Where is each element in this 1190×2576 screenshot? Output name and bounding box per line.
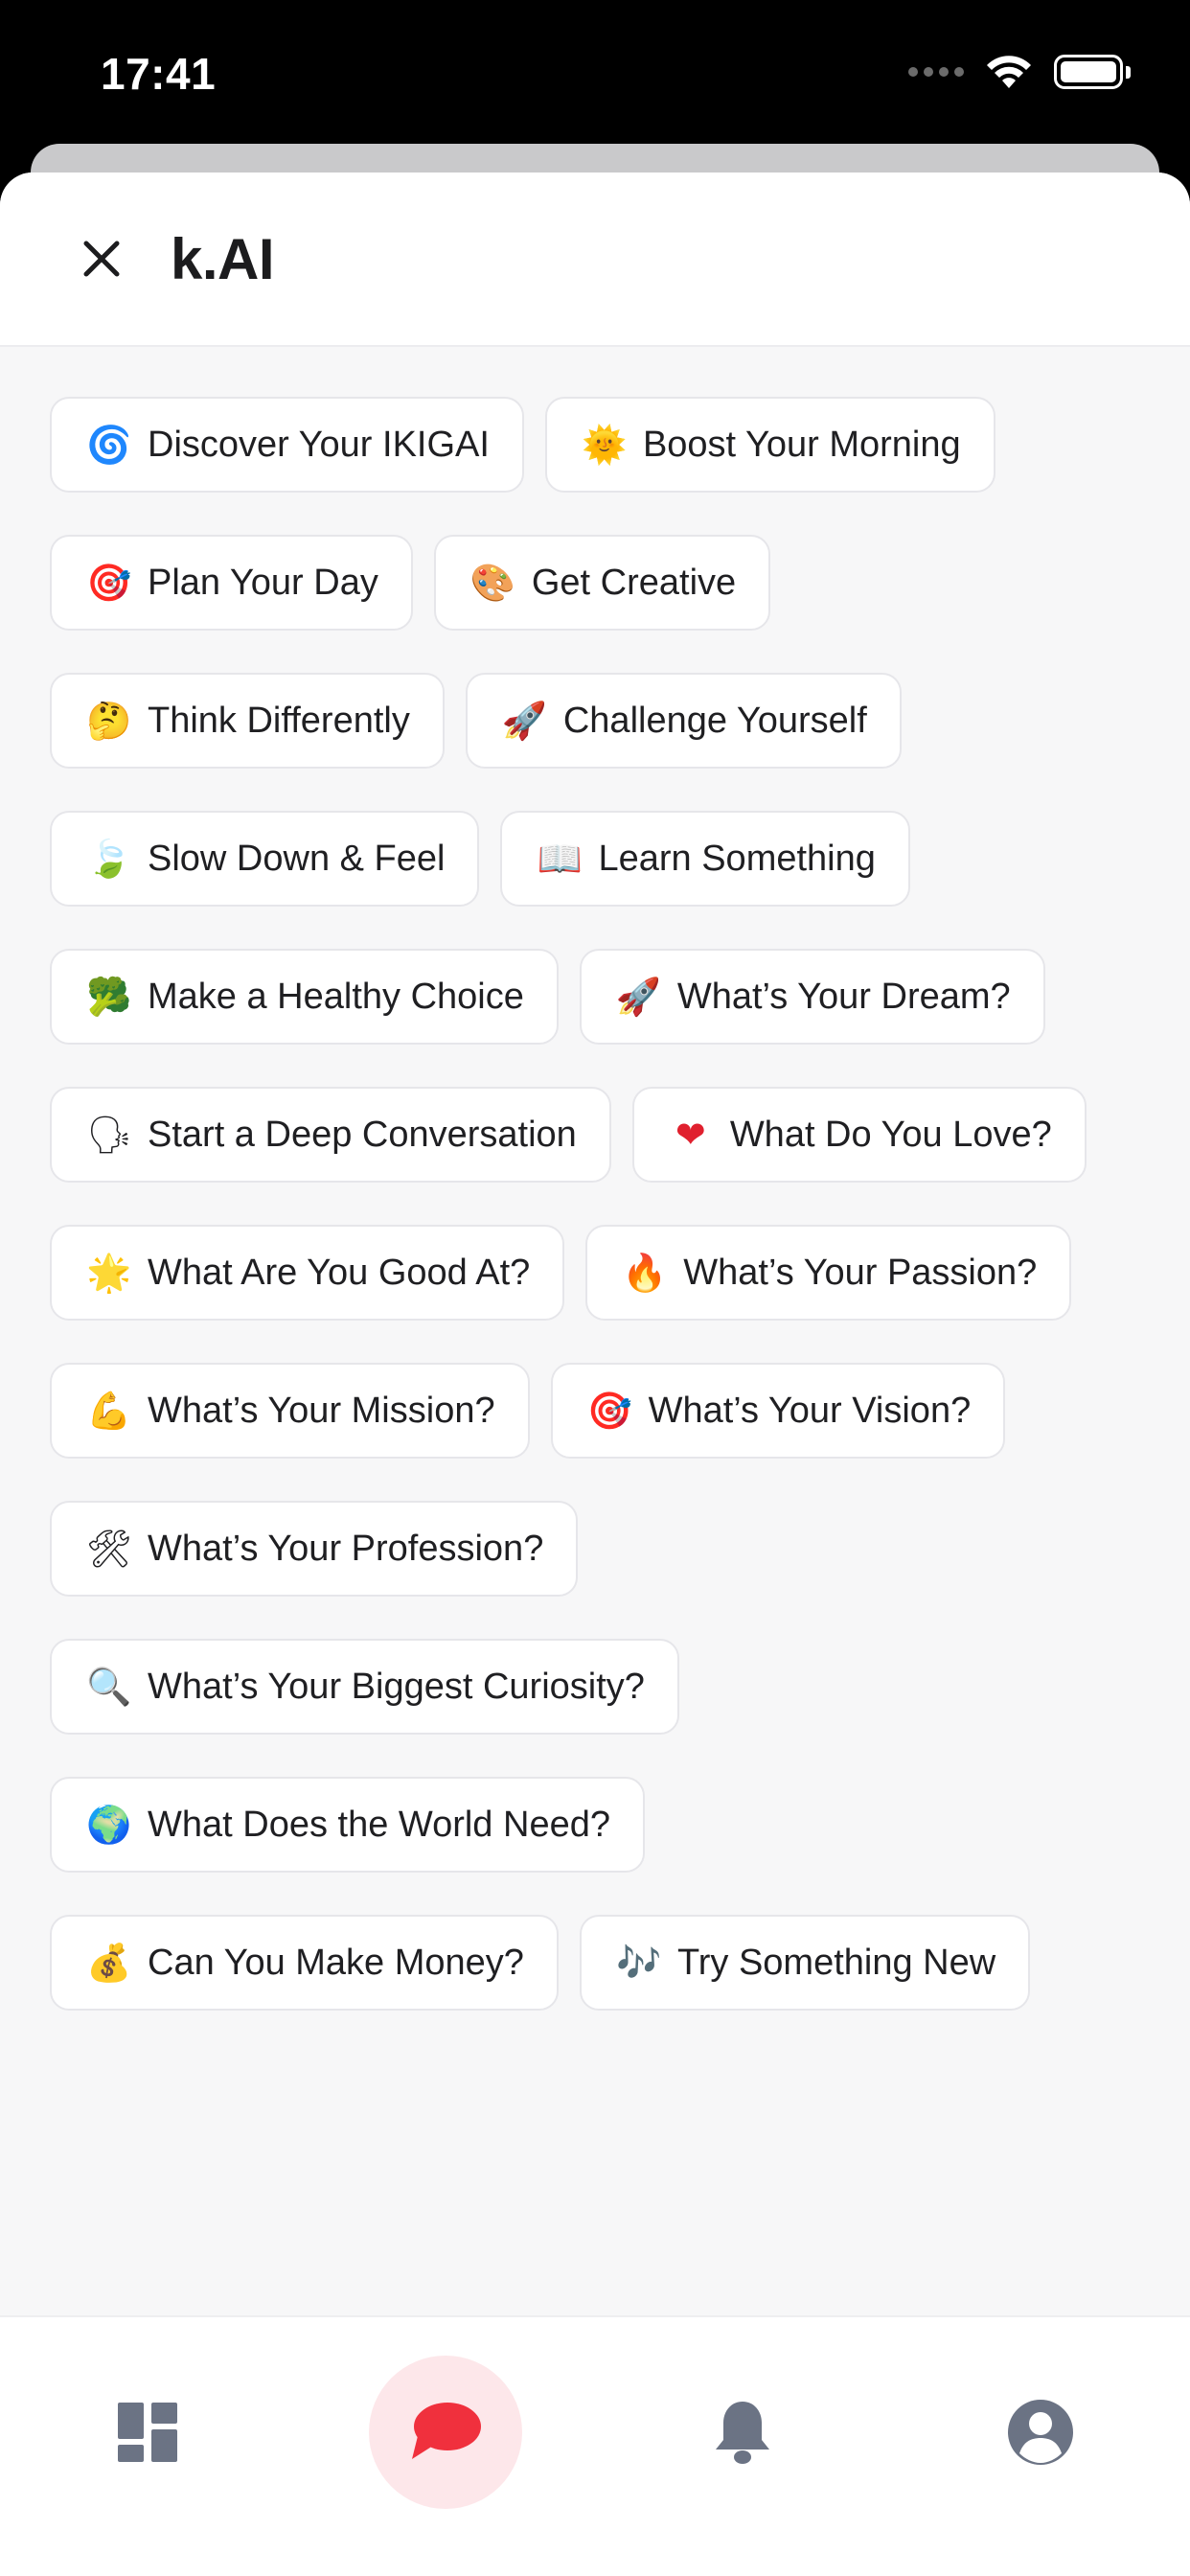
prompt-chip-label: What’s Your Mission? [148, 1390, 495, 1431]
prompt-chip[interactable]: 🤔 Think Differently [50, 673, 445, 769]
chat-bubble-icon [412, 2403, 481, 2459]
prompt-chip-label: Slow Down & Feel [148, 838, 446, 879]
wifi-icon [985, 54, 1033, 90]
prompt-chip-label: What’s Your Biggest Curiosity? [148, 1666, 645, 1707]
heart-icon: ❤ [675, 1114, 706, 1156]
prompt-chip-label: Can You Make Money? [148, 1942, 524, 1983]
cellular-signal-icon [908, 67, 964, 77]
star-icon: 🌟 [86, 1251, 132, 1294]
prompt-chip-label: Boost Your Morning [642, 424, 961, 465]
prompt-chip[interactable]: 💰 Can You Make Money? [50, 1915, 559, 2011]
palette-icon: 🎨 [469, 561, 516, 604]
broccoli-icon: 🥦 [86, 975, 132, 1018]
sun-icon: 🌞 [581, 423, 628, 466]
target-icon: 🎯 [586, 1389, 632, 1432]
prompt-chip-label: What’s Your Dream? [676, 976, 1011, 1017]
prompt-chip-label: What Does the World Need? [148, 1804, 610, 1845]
globe-icon: 🌍 [86, 1803, 132, 1846]
money-bag-icon: 💰 [86, 1941, 132, 1984]
prompt-chip-label: Plan Your Day [148, 562, 378, 603]
nav-notifications[interactable] [666, 2356, 819, 2509]
prompt-chip-label: Try Something New [676, 1942, 996, 1983]
spiral-icon: 🌀 [86, 423, 132, 466]
flexed-arm-icon: 💪 [86, 1389, 132, 1432]
prompt-chip[interactable]: 🎯 What’s Your Vision? [550, 1363, 1006, 1459]
speaking-head-icon: 🗣 [86, 1113, 133, 1156]
prompt-chip[interactable]: 🔍 What’s Your Biggest Curiosity? [50, 1639, 679, 1735]
tools-icon: 🛠 [86, 1527, 133, 1570]
bottom-nav [0, 2315, 1190, 2576]
prompt-chip-label: What’s Your Passion? [683, 1252, 1038, 1293]
prompt-chip-label: What’s Your Vision? [648, 1390, 972, 1431]
prompt-chip[interactable]: 🌍 What Does the World Need? [50, 1777, 645, 1873]
prompt-chip-label: Challenge Yourself [562, 700, 867, 741]
prompt-chip[interactable]: 🎯 Plan Your Day [50, 535, 413, 631]
nav-profile[interactable] [964, 2356, 1117, 2509]
prompt-chip[interactable]: 🚀 Challenge Yourself [465, 673, 902, 769]
prompt-chip[interactable]: 🎨 Get Creative [433, 535, 771, 631]
status-time: 17:41 [101, 49, 217, 99]
thinking-face-icon: 🤔 [86, 699, 132, 742]
prompt-chip-list: 🌀 Discover Your IKIGAI 🌞 Boost Your Mornin… [0, 347, 1190, 2011]
kai-prompt-sheet: k.AI 🌀 Discover Your IKIGAI 🌞 Boost Your M… [0, 172, 1190, 2315]
battery-icon [1054, 55, 1131, 89]
prompt-chip[interactable]: ❤ What Do You Love? [631, 1087, 1087, 1183]
prompt-chip-label: Think Differently [148, 700, 410, 741]
prompt-chip-label: Learn Something [598, 838, 876, 879]
prompt-chip-label: Discover Your IKIGAI [148, 424, 490, 465]
sheet-title: k.AI [171, 226, 275, 291]
prompt-chip[interactable]: 🚀 What’s Your Dream? [579, 949, 1045, 1045]
close-icon [83, 241, 120, 277]
prompt-chip-label: What Do You Love? [729, 1114, 1052, 1155]
prompt-chip[interactable]: 🗣 Start a Deep Conversation [50, 1087, 611, 1183]
prompt-chip[interactable]: 🍃 Slow Down & Feel [50, 811, 480, 907]
prompt-chip[interactable]: 📖 Learn Something [500, 811, 910, 907]
music-notes-icon: 🎶 [615, 1941, 662, 1984]
prompt-chip[interactable]: 💪 What’s Your Mission? [50, 1363, 530, 1459]
prompt-chip[interactable]: 🌀 Discover Your IKIGAI [50, 397, 524, 493]
status-bar: 17:41 [0, 0, 1190, 144]
status-indicators [908, 54, 1131, 90]
user-circle-icon [1008, 2400, 1073, 2465]
close-button[interactable] [75, 232, 128, 286]
prompt-chip[interactable]: 🎶 Try Something New [579, 1915, 1031, 2011]
sheet-header: k.AI [0, 172, 1190, 347]
bell-icon [716, 2402, 769, 2464]
prompt-chip-label: What’s Your Profession? [148, 1528, 544, 1569]
prompt-chip[interactable]: 🌞 Boost Your Morning [544, 397, 995, 493]
prompt-chip[interactable]: 🥦 Make a Healthy Choice [50, 949, 559, 1045]
prompt-chip-label: Start a Deep Conversation [148, 1114, 577, 1155]
rocket-icon: 🚀 [615, 975, 662, 1018]
dashboard-icon [118, 2403, 177, 2462]
nav-chat-active-bg [369, 2356, 522, 2509]
magnifier-icon: 🔍 [86, 1665, 132, 1708]
nav-dashboard[interactable] [71, 2356, 224, 2509]
nav-chat[interactable] [369, 2356, 522, 2509]
prompt-chip-label: Get Creative [531, 562, 737, 603]
target-icon: 🎯 [86, 561, 132, 604]
prompt-chip-label: Make a Healthy Choice [148, 976, 524, 1017]
rocket-icon: 🚀 [501, 699, 548, 742]
prompt-chip[interactable]: 🌟 What Are You Good At? [50, 1225, 565, 1321]
prompt-chip[interactable]: 🔥 What’s Your Passion? [585, 1225, 1072, 1321]
prompt-chip[interactable]: 🛠 What’s Your Profession? [50, 1501, 579, 1597]
prompt-chip-label: What Are You Good At? [148, 1252, 531, 1293]
leaf-icon: 🍃 [86, 837, 132, 880]
fire-icon: 🔥 [622, 1251, 668, 1294]
book-icon: 📖 [537, 837, 583, 880]
app-screen: 17:41 k.AI 🌀 Discover Your IKIGAI 🌞 Boos… [0, 0, 1190, 2576]
